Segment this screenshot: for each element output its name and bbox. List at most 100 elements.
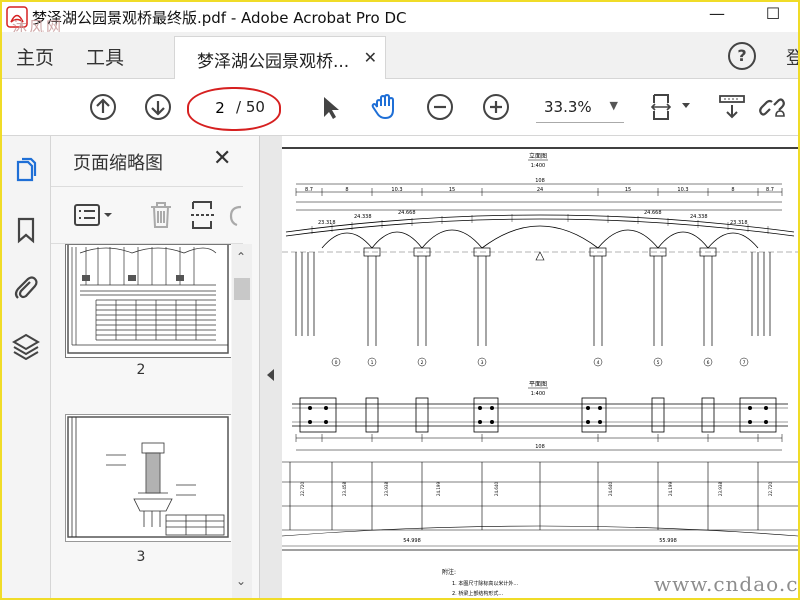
- pier-label-3: 3: [481, 360, 484, 366]
- scroll-up-icon[interactable]: ⌃: [236, 250, 246, 264]
- svg-text:22.720: 22.720: [768, 482, 773, 496]
- page-number-highlight: [187, 87, 281, 131]
- rotate-icon[interactable]: [227, 201, 243, 229]
- page-extract-icon[interactable]: [189, 200, 217, 230]
- bookmark-icon[interactable]: [12, 216, 40, 244]
- profile-value-left: 54.998: [403, 538, 421, 544]
- pier-label-0: 0: [335, 360, 338, 366]
- zoom-value: 33.3%: [544, 98, 592, 116]
- zoom-out-icon[interactable]: [426, 93, 454, 121]
- total-length-plan: 108: [535, 444, 545, 450]
- document-tab[interactable]: 梦泽湖公园景观桥... ✕: [174, 36, 386, 79]
- menu-bar: 主页 工具 梦泽湖公园景观桥... ✕ ? 登: [2, 32, 798, 79]
- pier-label-6: 6: [707, 360, 710, 366]
- window-title: 梦泽湖公园景观桥最终版.pdf - Adobe Acrobat Pro DC: [32, 9, 407, 27]
- thumbnail-list: 2 3: [51, 244, 231, 598]
- app-window: 梦泽湖公园景观桥最终版.pdf - Adobe Acrobat Pro DC 沐…: [0, 0, 800, 600]
- thumbnail-3-label: 3: [136, 549, 146, 565]
- span-label-6: 15: [625, 187, 631, 193]
- close-tab-icon[interactable]: ✕: [364, 48, 377, 67]
- thumbnail-options-icon[interactable]: [73, 201, 113, 229]
- svg-text:23.938: 23.938: [718, 482, 723, 496]
- maximize-button[interactable]: ☐: [758, 4, 788, 28]
- left-navigation-rail: [2, 136, 51, 598]
- profile-value-right: 55.998: [659, 538, 677, 544]
- collapse-left-icon[interactable]: [265, 368, 277, 382]
- svg-text:23.938: 23.938: [384, 482, 389, 496]
- zoom-dropdown[interactable]: 33.3% ▼: [536, 94, 624, 123]
- share-link-icon[interactable]: [758, 93, 786, 121]
- elev-left-1: 23.318: [318, 220, 336, 226]
- svg-text:24.640: 24.640: [494, 482, 499, 496]
- layers-icon[interactable]: [12, 332, 40, 360]
- thumbnail-2-drawing: [67, 244, 229, 354]
- thumbnail-scrollbar[interactable]: ⌃ ⌄: [232, 244, 252, 598]
- zoom-in-icon[interactable]: [482, 93, 510, 121]
- page-down-icon[interactable]: [144, 93, 172, 121]
- attachment-icon[interactable]: [12, 274, 40, 302]
- trash-icon[interactable]: [147, 200, 175, 230]
- svg-text:24.640: 24.640: [608, 482, 613, 496]
- pier-label-5: 5: [657, 360, 660, 366]
- elev-left-3: 24.668: [398, 210, 416, 216]
- scroll-thumb[interactable]: [234, 278, 250, 300]
- toolbar: / 50 33.3% ▼: [2, 79, 798, 136]
- page-up-icon[interactable]: [89, 93, 117, 121]
- elevation-scale: 1:400: [531, 163, 545, 169]
- scroll-mode-icon[interactable]: [718, 93, 746, 121]
- thumbnail-2-label: 2: [136, 362, 146, 378]
- minimize-button[interactable]: —: [702, 4, 732, 28]
- pier-label-4: 4: [597, 360, 600, 366]
- thumbnails-panel: 页面缩略图 ✕ 2 3 ⌃ ⌄: [51, 136, 260, 598]
- note-1: 1. 本图尺寸除标高以米计外...: [452, 580, 519, 587]
- scroll-down-icon[interactable]: ⌄: [236, 574, 246, 588]
- span-label-7: 10.3: [677, 187, 688, 193]
- thumbnail-3-drawing: [67, 416, 229, 538]
- svg-text:22.720: 22.720: [300, 482, 305, 496]
- home-tab[interactable]: 主页: [16, 43, 54, 70]
- total-length-top: 108: [535, 178, 545, 184]
- tools-tab[interactable]: 工具: [86, 43, 124, 70]
- page-fit-icon[interactable]: [650, 93, 694, 121]
- pier-label-1: 1: [371, 360, 374, 366]
- elev-right-1: 24.668: [644, 210, 662, 216]
- span-label-5: 24: [537, 187, 543, 193]
- hand-tool-icon[interactable]: [370, 93, 398, 121]
- panel-toolbar: [51, 186, 243, 244]
- chevron-down-icon: ▼: [609, 99, 618, 112]
- span-label-8: 8: [731, 187, 734, 193]
- document-tab-label: 梦泽湖公园景观桥...: [197, 52, 350, 72]
- svg-text:24.199: 24.199: [668, 482, 673, 496]
- span-label-9: 8.7: [766, 187, 774, 193]
- elevation-title: 立面图: [529, 152, 547, 160]
- span-label-1: 8.7: [305, 187, 313, 193]
- span-label-2: 8: [345, 187, 348, 193]
- bridge-drawing: 立面图 1:400 8.7 8 10.3 15 24 15 10.3 8 8.7…: [282, 136, 798, 598]
- help-icon[interactable]: ?: [728, 42, 756, 70]
- page-number-input[interactable]: [208, 97, 232, 119]
- panel-close-icon[interactable]: ✕: [213, 146, 231, 171]
- elev-right-3: 23.318: [730, 220, 748, 226]
- elev-left-2: 24.338: [354, 214, 372, 220]
- plan-title: 平面图: [529, 381, 547, 388]
- document-viewer[interactable]: 立面图 1:400 8.7 8 10.3 15 24 15 10.3 8 8.7…: [282, 136, 798, 598]
- svg-text:24.199: 24.199: [436, 482, 441, 496]
- panel-collapse-bar[interactable]: [260, 136, 282, 598]
- notes-title: 附注:: [442, 568, 456, 576]
- page-thumbnails-icon[interactable]: [12, 156, 40, 184]
- sign-in-fragment[interactable]: 登: [786, 44, 798, 70]
- watermark-url: www.cndao.com: [654, 572, 799, 596]
- span-label-4: 15: [449, 187, 455, 193]
- panel-title: 页面缩略图: [73, 153, 163, 174]
- svg-text:23.458: 23.458: [342, 482, 347, 496]
- select-arrow-icon[interactable]: [316, 93, 344, 121]
- page-total: / 50: [236, 98, 265, 116]
- page-thumbnail-3[interactable]: [65, 414, 231, 542]
- pier-label-7: 7: [743, 360, 746, 366]
- pier-label-2: 2: [421, 360, 424, 366]
- page-thumbnail-2[interactable]: [65, 244, 231, 358]
- span-label-3: 10.3: [391, 187, 402, 193]
- elev-right-2: 24.338: [690, 214, 708, 220]
- title-bar: 梦泽湖公园景观桥最终版.pdf - Adobe Acrobat Pro DC 沐…: [2, 2, 798, 36]
- plan-scale: 1:400: [531, 391, 545, 397]
